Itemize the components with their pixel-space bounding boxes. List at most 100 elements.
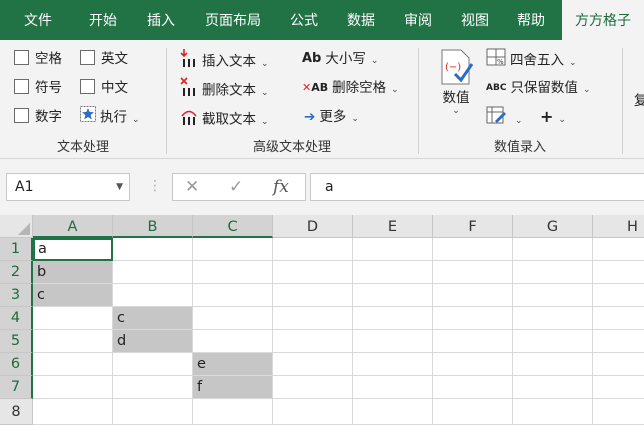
insert-text-button[interactable]: 插入文本 ⌄ — [180, 48, 269, 70]
cell-d1[interactable] — [273, 238, 353, 261]
cell-d2[interactable] — [273, 261, 353, 284]
cell-f1[interactable] — [433, 238, 513, 261]
checkbox-space[interactable]: 空格 — [14, 48, 62, 70]
tab-data[interactable]: 数据 — [336, 0, 386, 40]
cell-b7[interactable] — [113, 376, 193, 399]
row-header-1[interactable]: 1 — [0, 238, 33, 261]
formula-input[interactable]: a — [310, 173, 644, 201]
cell-a4[interactable] — [33, 307, 113, 330]
cell-e3[interactable] — [353, 284, 433, 307]
confirm-icon[interactable]: ✓ — [229, 177, 243, 197]
cell-f6[interactable] — [433, 353, 513, 376]
cell-d7[interactable] — [273, 376, 353, 399]
cell-e8[interactable] — [353, 399, 433, 425]
cell-h6[interactable] — [593, 353, 644, 376]
cell-c2[interactable] — [193, 261, 273, 284]
select-all-button[interactable] — [0, 215, 33, 238]
cell-e2[interactable] — [353, 261, 433, 284]
cell-d5[interactable] — [273, 330, 353, 353]
cell-a6[interactable] — [33, 353, 113, 376]
more-button[interactable]: ➔ 更多 ⌄ — [304, 106, 359, 128]
cell-c7[interactable]: f — [193, 376, 273, 399]
cell-a7[interactable] — [33, 376, 113, 399]
case-button[interactable]: Ab 大小写 ⌄ — [302, 48, 378, 70]
cell-b4[interactable]: c — [113, 307, 193, 330]
drag-handle-icon[interactable]: ⋮ — [148, 178, 162, 194]
cell-c3[interactable] — [193, 284, 273, 307]
cell-f4[interactable] — [433, 307, 513, 330]
cell-h1[interactable] — [593, 238, 644, 261]
cell-h8[interactable] — [593, 399, 644, 425]
tab-fangfanggezi[interactable]: 方方格子 — [562, 0, 644, 42]
cell-g4[interactable] — [513, 307, 593, 330]
row-header-4[interactable]: 4 — [0, 307, 33, 330]
cell-d8[interactable] — [273, 399, 353, 425]
cell-h3[interactable] — [593, 284, 644, 307]
cell-c4[interactable] — [193, 307, 273, 330]
cell-a2[interactable]: b — [33, 261, 113, 284]
cell-a8[interactable] — [33, 399, 113, 425]
tab-home[interactable]: 开始 — [74, 0, 132, 40]
checkbox-number[interactable]: 数字 — [14, 106, 62, 128]
cell-b3[interactable] — [113, 284, 193, 307]
delete-space-button[interactable]: ✕AB 删除空格 ⌄ — [302, 77, 399, 99]
cell-d3[interactable] — [273, 284, 353, 307]
column-header-a[interactable]: A — [33, 215, 113, 238]
column-header-g[interactable]: G — [513, 215, 593, 238]
cancel-icon[interactable]: ✕ — [185, 177, 199, 197]
row-header-6[interactable]: 6 — [0, 353, 33, 376]
cell-c6[interactable]: e — [193, 353, 273, 376]
extract-text-button[interactable]: 截取文本 ⌄ — [180, 106, 269, 128]
tab-insert[interactable]: 插入 — [136, 0, 186, 40]
cell-b6[interactable] — [113, 353, 193, 376]
cell-h4[interactable] — [593, 307, 644, 330]
tab-file[interactable]: 文件 — [10, 0, 66, 40]
cell-b1[interactable] — [113, 238, 193, 261]
plus-button[interactable]: + ⌄ — [540, 106, 566, 128]
cell-g6[interactable] — [513, 353, 593, 376]
cell-d6[interactable] — [273, 353, 353, 376]
cell-c5[interactable] — [193, 330, 273, 353]
cell-e5[interactable] — [353, 330, 433, 353]
row-header-7[interactable]: 7 — [0, 376, 33, 399]
cell-g8[interactable] — [513, 399, 593, 425]
cell-a3[interactable]: c — [33, 284, 113, 307]
column-header-b[interactable]: B — [113, 215, 193, 238]
tab-view[interactable]: 视图 — [450, 0, 500, 40]
edit-table-button[interactable]: ⌄ — [486, 106, 523, 128]
next-group-button[interactable]: 复 — [634, 90, 644, 112]
cell-b8[interactable] — [113, 399, 193, 425]
tab-page-layout[interactable]: 页面布局 — [196, 0, 270, 40]
checkbox-symbol[interactable]: 符号 — [14, 77, 62, 99]
column-header-h[interactable]: H — [593, 215, 644, 238]
cell-c1[interactable] — [193, 238, 273, 261]
column-header-c[interactable]: C — [193, 215, 273, 238]
cell-f2[interactable] — [433, 261, 513, 284]
checkbox-english[interactable]: 英文 — [80, 48, 128, 70]
tab-review[interactable]: 审阅 — [394, 0, 442, 40]
cell-a1[interactable]: a — [33, 238, 113, 261]
tab-formulas[interactable]: 公式 — [280, 0, 328, 40]
cell-d4[interactable] — [273, 307, 353, 330]
chevron-down-icon[interactable]: ▼ — [116, 174, 123, 200]
cell-g1[interactable] — [513, 238, 593, 261]
keep-value-button[interactable]: ABC 只保留数值 ⌄ — [486, 77, 590, 99]
cell-g5[interactable] — [513, 330, 593, 353]
value-button[interactable]: (−) 数值 ⌄ — [436, 48, 476, 128]
cell-a5[interactable] — [33, 330, 113, 353]
cell-e6[interactable] — [353, 353, 433, 376]
cell-f7[interactable] — [433, 376, 513, 399]
cell-e7[interactable] — [353, 376, 433, 399]
cell-f5[interactable] — [433, 330, 513, 353]
cell-g3[interactable] — [513, 284, 593, 307]
column-header-f[interactable]: F — [433, 215, 513, 238]
cell-h7[interactable] — [593, 376, 644, 399]
row-header-2[interactable]: 2 — [0, 261, 33, 284]
delete-text-button[interactable]: 删除文本 ⌄ — [180, 77, 269, 99]
cell-c8[interactable] — [193, 399, 273, 425]
row-header-3[interactable]: 3 — [0, 284, 33, 307]
tab-help[interactable]: 帮助 — [506, 0, 556, 40]
cell-b2[interactable] — [113, 261, 193, 284]
column-header-d[interactable]: D — [273, 215, 353, 238]
cell-f8[interactable] — [433, 399, 513, 425]
